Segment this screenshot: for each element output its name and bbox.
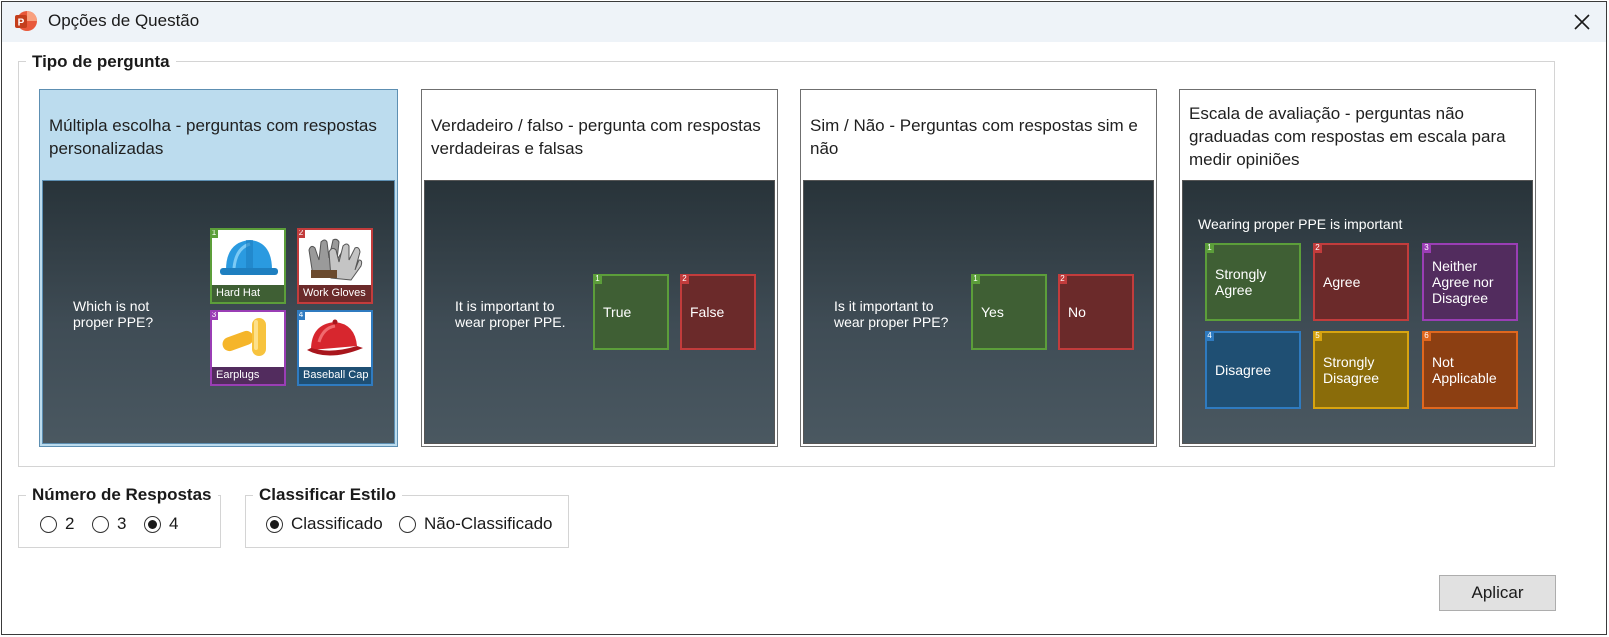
answer-work-gloves: 2 Work Gloves (297, 228, 373, 304)
card-preview: Wearing proper PPE is important 1 Strong… (1182, 180, 1533, 444)
radio-button[interactable] (92, 515, 109, 533)
answer-hard-hat: 1 Hard Hat (210, 228, 286, 304)
hard-hat-icon (212, 230, 284, 286)
answer-not-applicable: 6 Not Applicable (1422, 331, 1518, 409)
question-type-card-rating-scale[interactable]: Escala de avaliação - perguntas não grad… (1179, 89, 1536, 447)
card-description: Múltipla escolha - perguntas com respost… (49, 116, 377, 158)
num-answers-option-4[interactable]: 4 (144, 514, 178, 534)
question-type-card-multiple-choice[interactable]: Múltipla escolha - perguntas com respost… (39, 89, 398, 447)
grading-style-legend: Classificar Estilo (253, 485, 403, 505)
svg-text:P: P (18, 18, 25, 29)
num-answers-legend: Número de Respostas (26, 485, 218, 505)
title-bar[interactable]: P Opções de Questão (2, 2, 1606, 42)
grading-option-ungraded[interactable]: Não-Classificado (399, 514, 553, 534)
radio-button[interactable] (40, 515, 57, 533)
work-gloves-icon (299, 230, 371, 286)
window-title: Opções de Questão (48, 11, 200, 30)
radio-button[interactable] (144, 515, 161, 533)
card-preview: Which is not proper PPE? 1 Hard Hat 2 Wo… (42, 180, 395, 444)
answer-strongly-agree: 1 Strongly Agree (1205, 243, 1301, 321)
preview-question: Is it important to wear proper PPE? (834, 298, 949, 330)
powerpoint-logo-icon: P (15, 11, 37, 31)
card-preview: Is it important to wear proper PPE? 1 Ye… (803, 180, 1154, 444)
close-icon[interactable] (1568, 8, 1596, 36)
radio-button[interactable] (399, 515, 416, 533)
baseball-cap-icon (299, 312, 371, 368)
answer-baseball-cap: 4 Baseball Cap (297, 310, 373, 386)
answer-false: 2 False (680, 274, 756, 350)
question-type-card-true-false[interactable]: Verdadeiro / falso - pergunta com respos… (421, 89, 778, 447)
answer-strongly-disagree: 5 Strongly Disagree (1313, 331, 1409, 409)
answer-no: 2 No (1058, 274, 1134, 350)
card-description: Verdadeiro / falso - pergunta com respos… (431, 116, 761, 158)
card-preview: It is important to wear proper PPE. 1 Tr… (424, 180, 775, 444)
num-answers-option-3[interactable]: 3 (92, 514, 126, 534)
num-answers-option-2[interactable]: 2 (40, 514, 74, 534)
card-description: Escala de avaliação - perguntas não grad… (1189, 104, 1506, 169)
apply-button[interactable]: Aplicar (1439, 575, 1556, 611)
grading-option-graded[interactable]: Classificado (266, 514, 383, 534)
answer-disagree: 4 Disagree (1205, 331, 1301, 409)
answer-yes: 1 Yes (971, 274, 1047, 350)
answer-true: 1 True (593, 274, 669, 350)
answer-earplugs: 3 Earplugs (210, 310, 286, 386)
radio-button[interactable] (266, 515, 283, 533)
answer-agree: 2 Agree (1313, 243, 1409, 321)
preview-question: It is important to wear proper PPE. (455, 298, 566, 330)
preview-question: Which is not proper PPE? (73, 298, 154, 330)
question-type-legend: Tipo de pergunta (26, 52, 176, 72)
question-type-card-yes-no[interactable]: Sim / Não - Perguntas com respostas sim … (800, 89, 1157, 447)
card-description: Sim / Não - Perguntas com respostas sim … (810, 116, 1138, 158)
answer-neither: 3 Neither Agree nor Disagree (1422, 243, 1518, 321)
earplugs-icon (212, 312, 284, 368)
question-options-dialog: P Opções de Questão Tipo de pergunta Múl… (1, 1, 1607, 635)
preview-question: Wearing proper PPE is important (1198, 216, 1403, 232)
